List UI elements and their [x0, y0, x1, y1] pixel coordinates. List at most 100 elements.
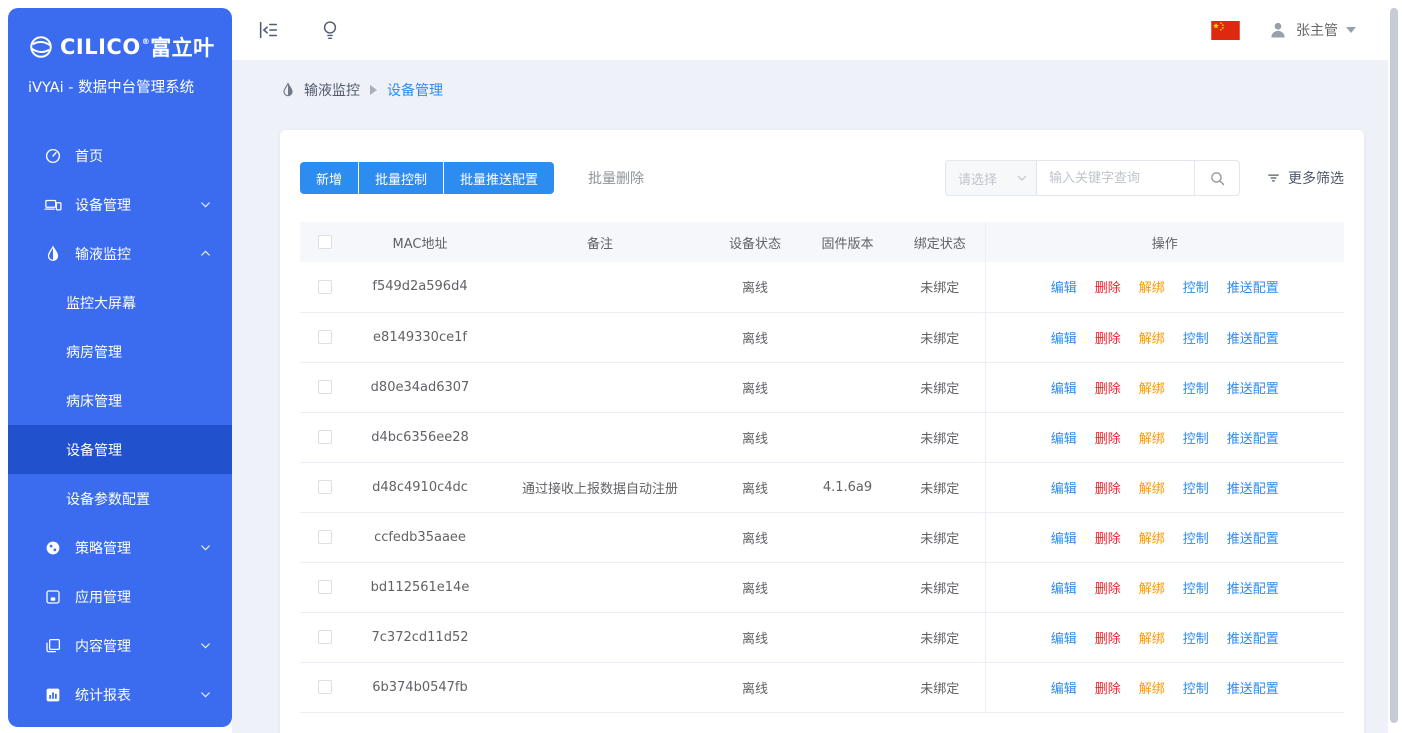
delete-action[interactable]: 删除 — [1095, 332, 1121, 347]
row-checkbox[interactable] — [318, 430, 332, 444]
actions-cell: 编辑 删除 解绑 控制 推送配置 — [985, 362, 1344, 412]
unbind-action[interactable]: 解绑 — [1139, 632, 1165, 647]
unbind-action[interactable]: 解绑 — [1139, 432, 1165, 447]
cilico-logo-icon — [28, 34, 54, 60]
brand-registered-mark: ® — [142, 37, 151, 46]
edit-action[interactable]: 编辑 — [1051, 332, 1077, 347]
page-scrollbar[interactable] — [1390, 8, 1398, 723]
mac-cell: d4bc6356ee28 — [350, 412, 490, 462]
push-config-action[interactable]: 推送配置 — [1227, 432, 1279, 447]
control-action[interactable]: 控制 — [1183, 582, 1209, 597]
sidebar-item-7[interactable]: 设备参数配置 — [8, 474, 232, 523]
binding-cell: 未绑定 — [895, 562, 985, 612]
keyword-search-input[interactable] — [1037, 160, 1195, 196]
delete-action[interactable]: 删除 — [1095, 532, 1121, 547]
select-placeholder: 请选择 — [958, 169, 1016, 188]
remark-cell — [490, 412, 710, 462]
status-cell: 离线 — [710, 462, 800, 512]
sidebar-item-3[interactable]: 监控大屏幕 — [8, 278, 232, 327]
chevron-down-icon — [199, 541, 212, 554]
push-config-action[interactable]: 推送配置 — [1227, 632, 1279, 647]
chevron-down-icon — [1346, 27, 1356, 33]
sidebar-item-2[interactable]: 输液监控 — [8, 229, 232, 278]
remark-cell — [490, 362, 710, 412]
batch-control-button[interactable]: 批量控制 — [359, 162, 443, 194]
push-config-action[interactable]: 推送配置 — [1227, 281, 1279, 296]
delete-action[interactable]: 删除 — [1095, 482, 1121, 497]
row-checkbox[interactable] — [318, 280, 332, 294]
edit-action[interactable]: 编辑 — [1051, 532, 1077, 547]
theme-light-button[interactable] — [316, 16, 344, 44]
push-config-action[interactable]: 推送配置 — [1227, 682, 1279, 697]
unbind-action[interactable]: 解绑 — [1139, 482, 1165, 497]
row-checkbox[interactable] — [318, 480, 332, 494]
delete-action[interactable]: 删除 — [1095, 632, 1121, 647]
binding-cell: 未绑定 — [895, 262, 985, 312]
sidebar-item-5[interactable]: 病床管理 — [8, 376, 232, 425]
edit-action[interactable]: 编辑 — [1051, 582, 1077, 597]
row-checkbox[interactable] — [318, 380, 332, 394]
content-icon — [44, 637, 62, 655]
batch-push-config-button[interactable]: 批量推送配置 — [444, 162, 554, 194]
delete-action[interactable]: 删除 — [1095, 432, 1121, 447]
main-content: 输液监控 设备管理 新增 批量控制 批量推送配置 批量删除 请选择 — [232, 60, 1388, 733]
filter-field-select[interactable]: 请选择 — [945, 160, 1037, 196]
dashboard-icon — [44, 147, 62, 165]
unbind-action[interactable]: 解绑 — [1139, 682, 1165, 697]
edit-action[interactable]: 编辑 — [1051, 432, 1077, 447]
more-filters-button[interactable]: 更多筛选 — [1266, 168, 1344, 188]
collapse-sidebar-button[interactable] — [254, 16, 282, 44]
edit-action[interactable]: 编辑 — [1051, 382, 1077, 397]
edit-action[interactable]: 编辑 — [1051, 682, 1077, 697]
select-all-checkbox[interactable] — [318, 235, 332, 249]
push-config-action[interactable]: 推送配置 — [1227, 382, 1279, 397]
control-action[interactable]: 控制 — [1183, 482, 1209, 497]
row-checkbox[interactable] — [318, 330, 332, 344]
sidebar-item-4[interactable]: 病房管理 — [8, 327, 232, 376]
row-checkbox[interactable] — [318, 680, 332, 694]
batch-delete-button[interactable]: 批量删除 — [588, 168, 644, 188]
sidebar-item-9[interactable]: 应用管理 — [8, 572, 232, 621]
control-action[interactable]: 控制 — [1183, 632, 1209, 647]
control-action[interactable]: 控制 — [1183, 332, 1209, 347]
system-subtitle: iVYAi - 数据中台管理系统 — [8, 76, 232, 97]
edit-action[interactable]: 编辑 — [1051, 632, 1077, 647]
sidebar-item-11[interactable]: 统计报表 — [8, 670, 232, 719]
breadcrumb-current[interactable]: 设备管理 — [387, 80, 443, 100]
edit-action[interactable]: 编辑 — [1051, 482, 1077, 497]
delete-action[interactable]: 删除 — [1095, 682, 1121, 697]
push-config-action[interactable]: 推送配置 — [1227, 532, 1279, 547]
push-config-action[interactable]: 推送配置 — [1227, 582, 1279, 597]
unbind-action[interactable]: 解绑 — [1139, 332, 1165, 347]
search-button[interactable] — [1194, 160, 1240, 196]
sidebar-item-8[interactable]: 策略管理 — [8, 523, 232, 572]
edit-action[interactable]: 编辑 — [1051, 281, 1077, 296]
add-button[interactable]: 新增 — [300, 162, 358, 194]
push-config-action[interactable]: 推送配置 — [1227, 332, 1279, 347]
control-action[interactable]: 控制 — [1183, 382, 1209, 397]
unbind-action[interactable]: 解绑 — [1139, 532, 1165, 547]
control-action[interactable]: 控制 — [1183, 682, 1209, 697]
delete-action[interactable]: 删除 — [1095, 382, 1121, 397]
delete-action[interactable]: 删除 — [1095, 281, 1121, 296]
unbind-action[interactable]: 解绑 — [1139, 382, 1165, 397]
firmware-cell: 4.1.6a9 — [800, 462, 895, 512]
sidebar-item-10[interactable]: 内容管理 — [8, 621, 232, 670]
row-checkbox[interactable] — [318, 530, 332, 544]
control-action[interactable]: 控制 — [1183, 432, 1209, 447]
control-action[interactable]: 控制 — [1183, 532, 1209, 547]
control-action[interactable]: 控制 — [1183, 281, 1209, 296]
row-checkbox[interactable] — [318, 630, 332, 644]
sidebar-item-0[interactable]: 首页 — [8, 131, 232, 180]
user-menu[interactable]: 张主管 — [1268, 20, 1356, 40]
table-row: f549d2a596d4离线未绑定编辑删除解绑控制推送配置 — [300, 262, 1344, 312]
binding-cell: 未绑定 — [895, 362, 985, 412]
sidebar-item-6[interactable]: 设备管理 — [8, 425, 232, 474]
unbind-action[interactable]: 解绑 — [1139, 281, 1165, 296]
sidebar-item-1[interactable]: 设备管理 — [8, 180, 232, 229]
push-config-action[interactable]: 推送配置 — [1227, 482, 1279, 497]
language-flag-button[interactable] — [1211, 21, 1240, 40]
row-checkbox[interactable] — [318, 580, 332, 594]
delete-action[interactable]: 删除 — [1095, 582, 1121, 597]
unbind-action[interactable]: 解绑 — [1139, 582, 1165, 597]
